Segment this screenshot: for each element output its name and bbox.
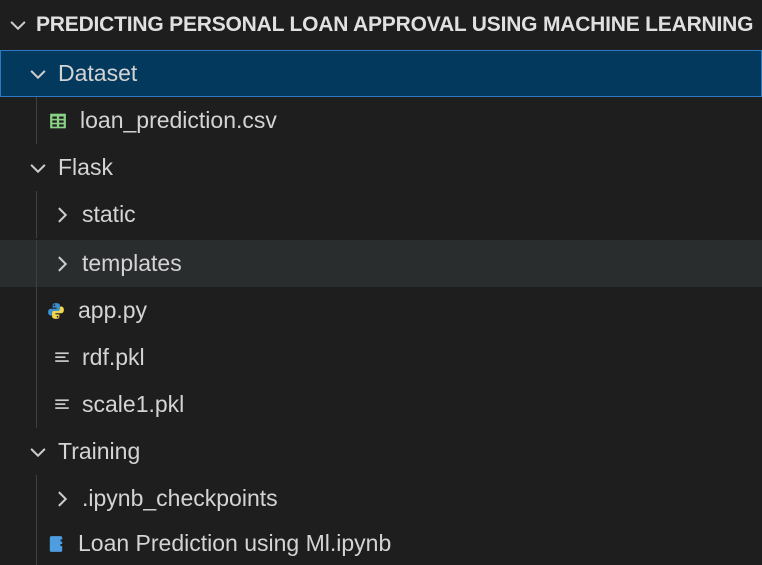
indent-guide	[36, 381, 37, 428]
chevron-right-icon	[58, 206, 68, 223]
indent-guide	[36, 522, 37, 565]
indent-guide	[36, 287, 37, 334]
file-explorer: PREDICTING PERSONAL LOAN APPROVAL USING …	[0, 0, 762, 565]
chevron-down-icon	[10, 21, 26, 31]
tree-folder-training[interactable]: Training	[0, 428, 762, 475]
tree-item-label: app.py	[78, 297, 148, 323]
text-lines-icon	[52, 395, 72, 415]
chevron-down-icon	[30, 447, 46, 457]
python-icon	[46, 301, 66, 321]
csv-table-icon	[48, 111, 68, 131]
tree-file-scale1-pkl[interactable]: scale1.pkl	[0, 381, 762, 428]
chevron-right-icon	[58, 255, 68, 272]
tree-item-label: templates	[82, 250, 182, 276]
tree-item-label: Loan Prediction using Ml.ipynb	[78, 530, 392, 556]
tree-item-label: rdf.pkl	[82, 344, 145, 370]
chevron-down-icon	[30, 163, 46, 173]
tree-item-label: Training	[58, 438, 141, 464]
tree-item-label: loan_prediction.csv	[80, 107, 277, 133]
tree-item-label: scale1.pkl	[82, 391, 185, 417]
tree-item-label: .ipynb_checkpoints	[82, 485, 278, 511]
tree-folder-templates[interactable]: templates	[0, 240, 762, 287]
tree-item-label: static	[82, 201, 136, 227]
explorer-section-header[interactable]: PREDICTING PERSONAL LOAN APPROVAL USING …	[0, 0, 762, 50]
tree-folder-ipynb-checkpoints[interactable]: .ipynb_checkpoints	[0, 475, 762, 522]
tree-file-loan-prediction-notebook[interactable]: Loan Prediction using Ml.ipynb	[0, 522, 762, 565]
text-lines-icon	[52, 348, 72, 368]
tree-folder-flask[interactable]: Flask	[0, 144, 762, 191]
tree-item-label: Flask	[58, 154, 113, 180]
tree-file-rdf-pkl[interactable]: rdf.pkl	[0, 334, 762, 381]
indent-guide	[36, 334, 37, 381]
tree-file-app-py[interactable]: app.py	[0, 287, 762, 334]
indent-guide	[36, 97, 37, 144]
tree-folder-dataset[interactable]: Dataset	[0, 50, 762, 97]
tree-file-loan-prediction-csv[interactable]: loan_prediction.csv	[0, 97, 762, 144]
tree-folder-static[interactable]: static	[0, 191, 762, 238]
indent-guide	[36, 191, 37, 238]
tree-item-label: Dataset	[58, 60, 138, 86]
chevron-right-icon	[58, 490, 68, 507]
indent-guide	[36, 240, 37, 287]
chevron-down-icon	[30, 69, 46, 79]
section-title: PREDICTING PERSONAL LOAN APPROVAL USING …	[36, 13, 754, 36]
indent-guide	[36, 475, 37, 522]
notebook-icon	[46, 534, 66, 554]
